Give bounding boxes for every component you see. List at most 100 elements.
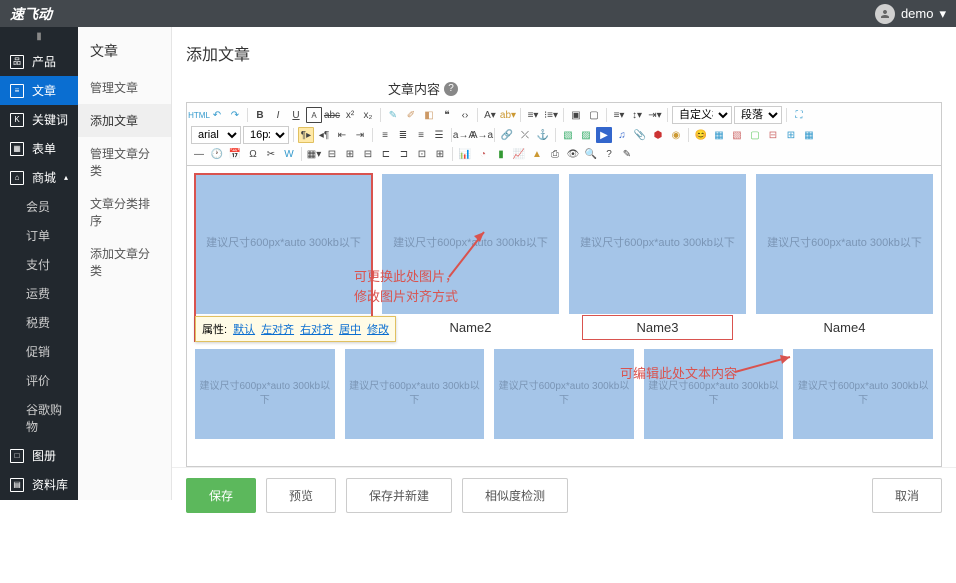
strike-icon[interactable]: abc: [324, 107, 340, 123]
attr-default[interactable]: 默认: [233, 321, 255, 337]
card-image-placeholder[interactable]: 建议尺寸600px*auto 300kb以下: [793, 349, 933, 439]
selectall-icon[interactable]: ▣: [568, 107, 584, 123]
nav-item-关键词[interactable]: K关键词: [0, 105, 78, 134]
image-card-small[interactable]: 建议尺寸600px*auto 300kb以下: [644, 349, 784, 439]
insertrow-icon[interactable]: ⊞: [342, 146, 358, 162]
subnav-文章分类排序[interactable]: 文章分类排序: [78, 187, 171, 237]
user-menu[interactable]: demo ▾: [875, 4, 946, 24]
card-name[interactable]: Name4: [824, 314, 866, 341]
tolowercase-icon[interactable]: A→a: [474, 127, 490, 143]
subnav-添加文章分类[interactable]: 添加文章分类: [78, 237, 171, 287]
subnav-添加文章[interactable]: 添加文章: [78, 104, 171, 137]
pagebreak-icon[interactable]: ⊟: [765, 127, 781, 143]
nav-item-图册[interactable]: □图册: [0, 441, 78, 470]
image-icon[interactable]: ▧: [560, 127, 576, 143]
indent-icon[interactable]: ⇥▾: [647, 107, 663, 123]
table-icon[interactable]: ▦▾: [306, 146, 322, 162]
para-select[interactable]: 段落格式: [734, 106, 782, 124]
dir-ltr-icon[interactable]: ¶▸: [298, 127, 314, 143]
image-card-small[interactable]: 建议尺寸600px*auto 300kb以下: [345, 349, 485, 439]
bar-icon[interactable]: ▮: [493, 146, 509, 162]
help-icon[interactable]: ?: [444, 82, 458, 96]
source-icon[interactable]: HTML: [191, 107, 207, 123]
delcol-icon[interactable]: ⊐: [396, 146, 412, 162]
attr-center[interactable]: 居中: [339, 321, 361, 337]
font-family-select[interactable]: arial: [191, 126, 241, 144]
spechars-icon[interactable]: Ω: [245, 146, 261, 162]
snapscreen-icon[interactable]: ✂: [263, 146, 279, 162]
forecolor-icon[interactable]: A▾: [482, 107, 498, 123]
clear-icon[interactable]: ▢: [586, 107, 602, 123]
attr-left[interactable]: 左对齐: [261, 321, 294, 337]
split-icon[interactable]: ⊞: [432, 146, 448, 162]
underline-icon[interactable]: U: [288, 107, 304, 123]
date-icon[interactable]: 📅: [227, 146, 243, 162]
nav-item-设置[interactable]: ⚙设置: [0, 554, 78, 583]
bg-icon[interactable]: ▦: [801, 127, 817, 143]
insertcol-icon[interactable]: ⊏: [378, 146, 394, 162]
nav-sub-运费[interactable]: 运费: [0, 279, 78, 308]
ol-icon[interactable]: ≡▾: [525, 107, 541, 123]
nav-item-商城[interactable]: ⌂商城▴: [0, 163, 78, 192]
lineheight-icon[interactable]: ↕▾: [629, 107, 645, 123]
find-icon[interactable]: 🔍: [583, 146, 599, 162]
touppercase-icon[interactable]: a→A: [456, 127, 472, 143]
template-icon[interactable]: ⊞: [783, 127, 799, 143]
card-name[interactable]: Name2: [450, 314, 492, 341]
unlink-icon[interactable]: ⤫: [517, 127, 533, 143]
card-image-placeholder[interactable]: 建议尺寸600px*auto 300kb以下: [345, 349, 485, 439]
similarity-button[interactable]: 相似度检测: [462, 478, 568, 513]
print-icon[interactable]: ⎙: [547, 146, 563, 162]
image-card-small[interactable]: 建议尺寸600px*auto 300kb以下: [195, 349, 335, 439]
nav-sub-税费[interactable]: 税费: [0, 308, 78, 337]
ul-icon[interactable]: ⁝≡▾: [543, 107, 559, 123]
save-button[interactable]: 保存: [186, 478, 256, 513]
card-image-placeholder[interactable]: 建议尺寸600px*auto 300kb以下: [644, 349, 784, 439]
scrawl-icon[interactable]: ▧: [729, 127, 745, 143]
help2-icon[interactable]: ?: [601, 146, 617, 162]
attr-right[interactable]: 右对齐: [300, 321, 333, 337]
cancel-button[interactable]: 取消: [872, 478, 942, 513]
merge-icon[interactable]: ⊡: [414, 146, 430, 162]
code-icon[interactable]: ‹›: [457, 107, 473, 123]
subnav-管理文章分类[interactable]: 管理文章分类: [78, 137, 171, 187]
nav-sub-支付[interactable]: 支付: [0, 250, 78, 279]
gmap-icon[interactable]: ◉: [668, 127, 684, 143]
nav-item-FAQ[interactable]: ?FAQ: [0, 528, 78, 554]
highlight-icon[interactable]: ✎: [385, 107, 401, 123]
fullscreen-icon[interactable]: ⛶: [791, 107, 807, 123]
eraser-icon[interactable]: ◧: [421, 107, 437, 123]
line-icon[interactable]: 📈: [511, 146, 527, 162]
card-image-placeholder[interactable]: 建议尺寸600px*auto 300kb以下: [195, 349, 335, 439]
drafts-icon[interactable]: ✎: [619, 146, 635, 162]
map-icon[interactable]: ⬢: [650, 127, 666, 143]
image2-icon[interactable]: ▨: [578, 127, 594, 143]
preview-icon[interactable]: 👁: [565, 146, 581, 162]
heading-select[interactable]: 自定义标题: [672, 106, 732, 124]
image-card[interactable]: 建议尺寸600px*auto 300kb以下Name3: [569, 174, 746, 341]
align-right-icon[interactable]: ≡: [413, 127, 429, 143]
anchor-icon[interactable]: ⚓: [535, 127, 551, 143]
pie-icon[interactable]: ◔: [475, 146, 491, 162]
outdent-icon[interactable]: ⇤: [334, 127, 350, 143]
bold-icon[interactable]: B: [252, 107, 268, 123]
hr-icon[interactable]: —: [191, 146, 207, 162]
image-card-small[interactable]: 建议尺寸600px*auto 300kb以下: [494, 349, 634, 439]
card-image-placeholder[interactable]: 建议尺寸600px*auto 300kb以下: [756, 174, 933, 314]
align-left-icon[interactable]: ≡: [377, 127, 393, 143]
preview-button[interactable]: 预览: [266, 478, 336, 513]
brush-icon[interactable]: ✐: [403, 107, 419, 123]
attr-modify[interactable]: 修改: [367, 321, 389, 337]
card-name[interactable]: Name3: [582, 314, 734, 341]
dir-rtl-icon[interactable]: ◂¶: [316, 127, 332, 143]
align-justify-icon[interactable]: ☰: [431, 127, 447, 143]
card-image-placeholder[interactable]: 建议尺寸600px*auto 300kb以下: [569, 174, 746, 314]
special-icon[interactable]: ▦: [711, 127, 727, 143]
image-card[interactable]: 建议尺寸600px*auto 300kb以下Name2: [382, 174, 559, 341]
sup-icon[interactable]: x²: [342, 107, 358, 123]
undo-icon[interactable]: ↶: [209, 107, 225, 123]
save-new-button[interactable]: 保存并新建: [346, 478, 452, 513]
nav-item-下载[interactable]: ↓下载: [0, 499, 78, 528]
nav-item-文章[interactable]: ≡文章: [0, 76, 78, 105]
video-icon[interactable]: ▶: [596, 127, 612, 143]
